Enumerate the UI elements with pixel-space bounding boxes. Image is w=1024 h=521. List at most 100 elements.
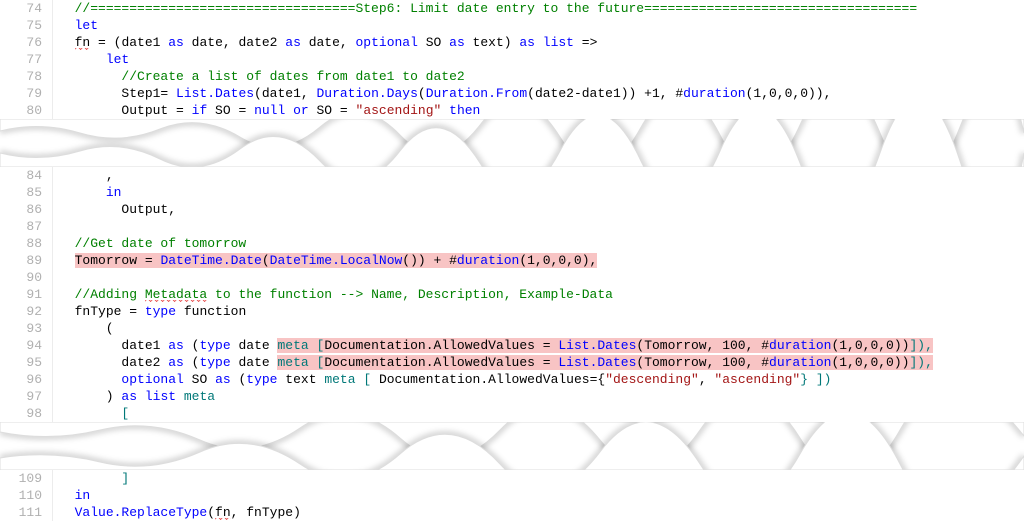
token: as xyxy=(449,35,465,50)
token: [ xyxy=(121,406,129,421)
code-line[interactable]: 111 Value.ReplaceType(fn, fnType) xyxy=(0,504,1024,521)
code-line[interactable]: 80 Output = if SO = null or SO = "ascend… xyxy=(0,102,1024,119)
token: List.Dates xyxy=(176,86,254,101)
code-content[interactable]: Output = if SO = null or SO = "ascending… xyxy=(53,102,1024,119)
code-content[interactable]: let xyxy=(53,17,1024,34)
code-line[interactable]: 79 Step1= List.Dates(date1, Duration.Day… xyxy=(0,85,1024,102)
token: date1 xyxy=(121,35,168,50)
token: null xyxy=(254,103,285,118)
code-line[interactable]: 85 in xyxy=(0,184,1024,201)
token xyxy=(59,488,75,503)
token: Duration.From xyxy=(426,86,527,101)
token: //Create a list of dates from date1 to d… xyxy=(121,69,464,84)
code-line[interactable]: 90 xyxy=(0,269,1024,286)
code-line[interactable]: 97 ) as list meta xyxy=(0,388,1024,405)
code-content[interactable]: , xyxy=(53,167,1024,184)
code-content[interactable]: ) as list meta xyxy=(53,388,1024,405)
token xyxy=(441,103,449,118)
token: List.Dates xyxy=(558,355,636,370)
token: DateTime.LocalNow xyxy=(270,253,403,268)
token: type xyxy=(246,372,277,387)
token: as xyxy=(168,355,184,370)
code-content[interactable]: Tomorrow = DateTime.Date(DateTime.LocalN… xyxy=(53,252,1024,269)
code-content[interactable]: Output, xyxy=(53,201,1024,218)
code-content[interactable] xyxy=(53,269,1024,286)
token: (1,0,0,0)) xyxy=(831,355,909,370)
code-content[interactable]: fnType = type function xyxy=(53,303,1024,320)
code-content[interactable]: ( xyxy=(53,320,1024,337)
line-number: 93 xyxy=(0,320,53,337)
code-content[interactable] xyxy=(53,218,1024,235)
code-line[interactable]: 110 in xyxy=(0,487,1024,504)
code-editor[interactable]: 74 //==================================S… xyxy=(0,0,1024,521)
code-content[interactable]: optional SO as (type text meta [ Documen… xyxy=(53,371,1024,388)
code-line[interactable]: 74 //==================================S… xyxy=(0,0,1024,17)
code-line[interactable]: 95 date2 as (type date meta [Documentati… xyxy=(0,354,1024,371)
code-line[interactable]: 76 fn = (date1 as date, date2 as date, o… xyxy=(0,34,1024,51)
token xyxy=(59,253,75,268)
token xyxy=(59,202,121,217)
code-line[interactable]: 93 ( xyxy=(0,320,1024,337)
code-content[interactable]: date1 as (type date meta [Documentation.… xyxy=(53,337,1024,354)
line-number: 94 xyxy=(0,337,53,354)
token xyxy=(285,103,293,118)
token: duration xyxy=(769,338,831,353)
token: in xyxy=(75,488,91,503)
token: list xyxy=(145,389,176,404)
code-content[interactable]: //Create a list of dates from date1 to d… xyxy=(53,68,1024,85)
code-content[interactable]: fn = (date1 as date, date2 as date, opti… xyxy=(53,34,1024,51)
token: date xyxy=(231,338,278,353)
token xyxy=(59,69,121,84)
token: Duration.Days xyxy=(316,86,417,101)
code-content[interactable]: let xyxy=(53,51,1024,68)
token: duration xyxy=(769,355,831,370)
line-number: 86 xyxy=(0,201,53,218)
code-line[interactable]: 84 , xyxy=(0,167,1024,184)
token: ), xyxy=(917,338,933,353)
code-content[interactable]: Value.ReplaceType(fn, fnType) xyxy=(53,504,1024,521)
line-number: 89 xyxy=(0,252,53,269)
token: type xyxy=(199,338,230,353)
token: if xyxy=(192,103,208,118)
line-number: 88 xyxy=(0,235,53,252)
code-line[interactable]: 77 let xyxy=(0,51,1024,68)
code-line[interactable]: 98 [ xyxy=(0,405,1024,422)
code-content[interactable]: Step1= List.Dates(date1, Duration.Days(D… xyxy=(53,85,1024,102)
token: (1,0,0,0)) xyxy=(831,338,909,353)
code-line[interactable]: 88 //Get date of tomorrow xyxy=(0,235,1024,252)
token: ] xyxy=(121,471,129,486)
code-line[interactable]: 89 Tomorrow = DateTime.Date(DateTime.Loc… xyxy=(0,252,1024,269)
code-line[interactable]: 96 optional SO as (type text meta [ Docu… xyxy=(0,371,1024,388)
code-content[interactable]: ] xyxy=(53,470,1024,487)
code-content[interactable]: //==================================Step… xyxy=(53,0,1024,17)
token: } xyxy=(800,372,816,387)
line-number: 75 xyxy=(0,17,53,34)
code-line[interactable]: 92 fnType = type function xyxy=(0,303,1024,320)
line-number: 77 xyxy=(0,51,53,68)
line-number: 92 xyxy=(0,303,53,320)
code-line[interactable]: 75 let xyxy=(0,17,1024,34)
code-content[interactable]: //Adding Metadata to the function --> Na… xyxy=(53,286,1024,303)
token: let xyxy=(75,18,98,33)
line-number: 84 xyxy=(0,167,53,184)
code-line[interactable]: 78 //Create a list of dates from date1 t… xyxy=(0,68,1024,85)
code-line[interactable]: 91 //Adding Metadata to the function -->… xyxy=(0,286,1024,303)
token: meta xyxy=(277,338,316,353)
code-content[interactable]: //Get date of tomorrow xyxy=(53,235,1024,252)
token xyxy=(59,406,121,421)
code-line[interactable]: 86 Output, xyxy=(0,201,1024,218)
code-line[interactable]: 87 xyxy=(0,218,1024,235)
code-content[interactable]: [ xyxy=(53,405,1024,422)
token xyxy=(59,355,121,370)
code-line[interactable]: 94 date1 as (type date meta [Documentati… xyxy=(0,337,1024,354)
token: => xyxy=(574,35,597,50)
token: Output, xyxy=(121,202,176,217)
token: date xyxy=(231,355,278,370)
code-line[interactable]: 109 ] xyxy=(0,470,1024,487)
code-content[interactable]: date2 as (type date meta [Documentation.… xyxy=(53,354,1024,371)
token: as xyxy=(168,35,184,50)
code-content[interactable]: in xyxy=(53,184,1024,201)
code-content[interactable]: in xyxy=(53,487,1024,504)
token: SO = xyxy=(309,103,356,118)
token: as xyxy=(215,372,231,387)
